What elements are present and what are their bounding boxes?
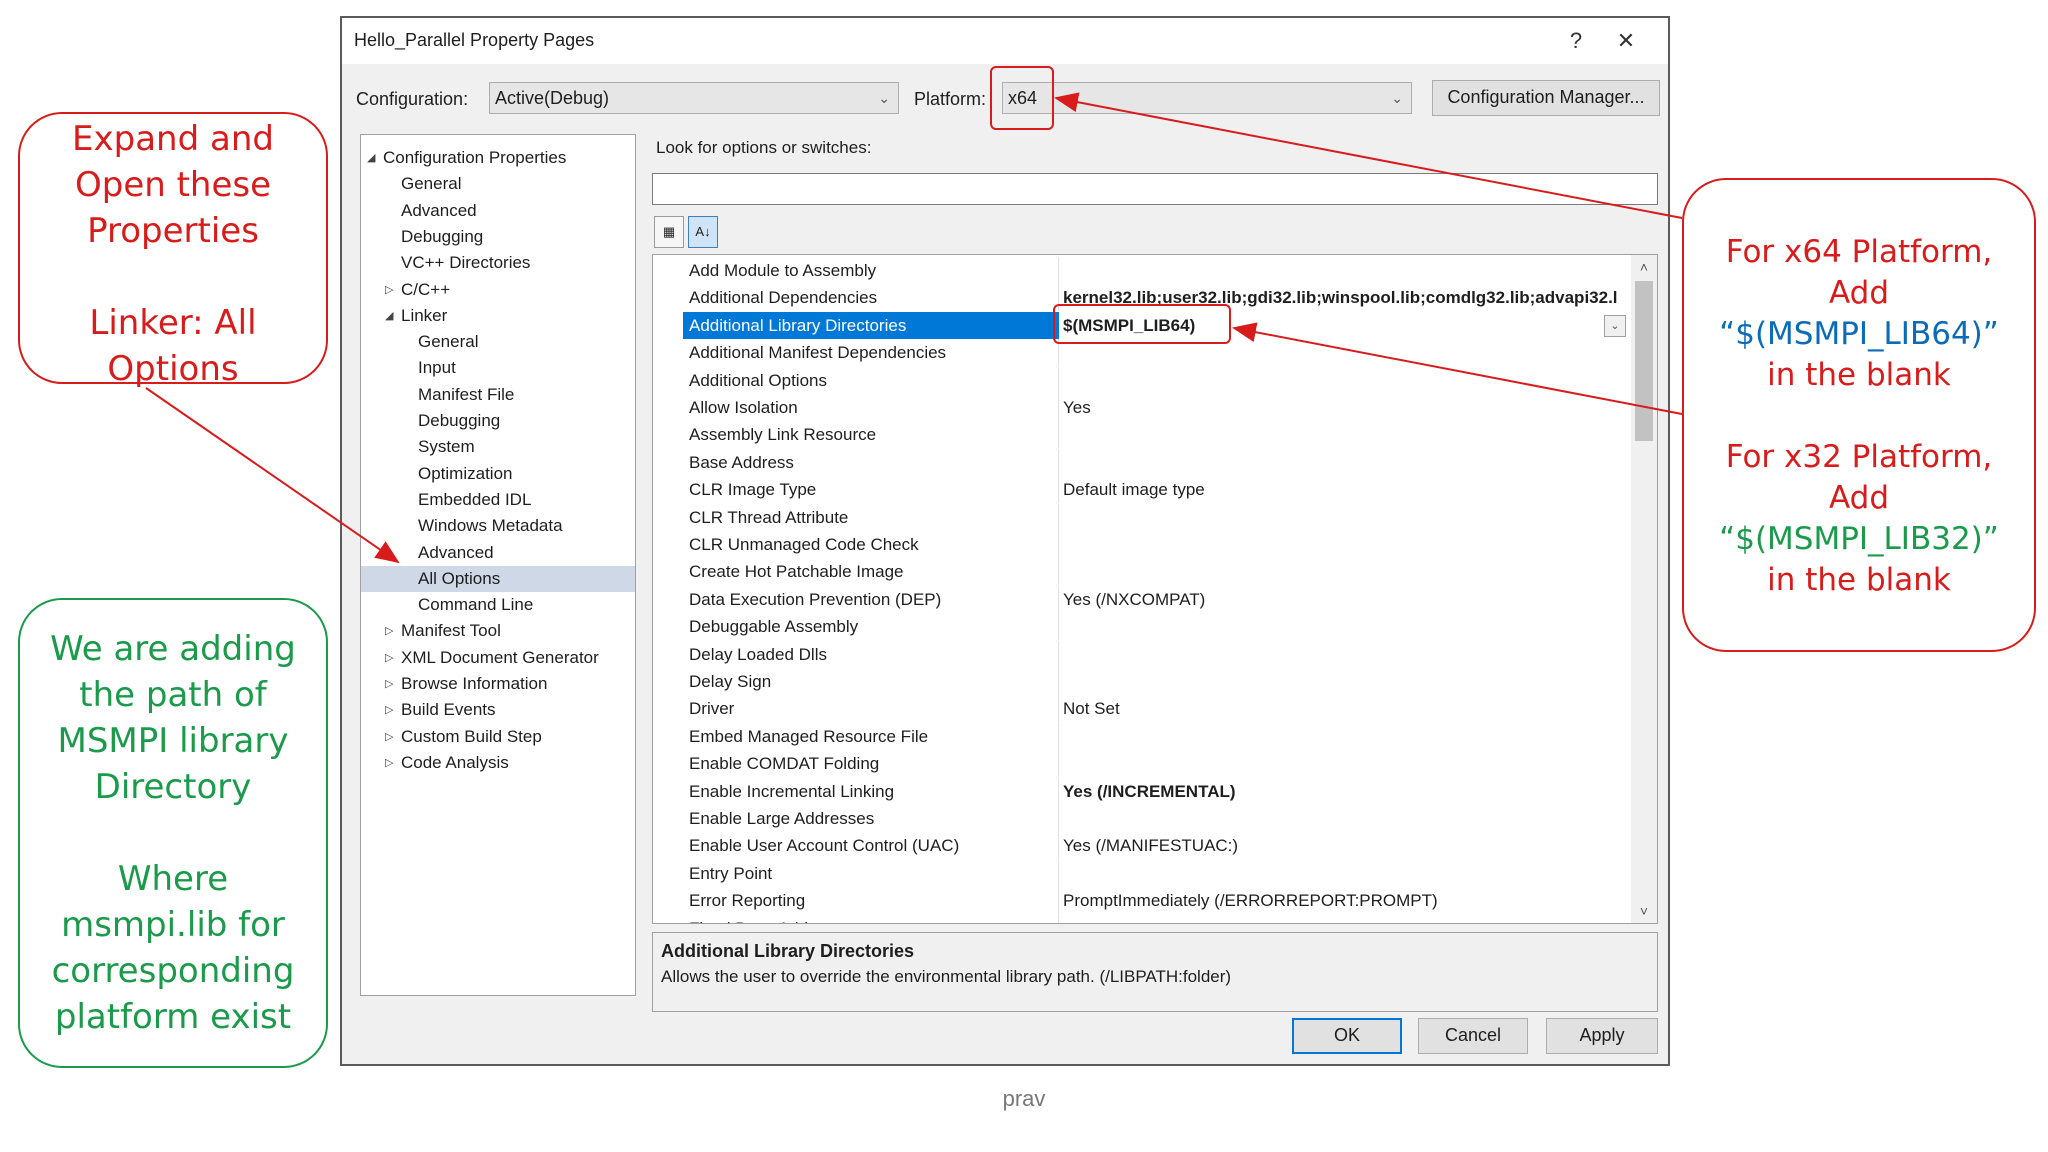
arrow-to-all-options (145, 387, 400, 564)
annotation-arrows (145, 92, 1683, 564)
arrow-to-value (1232, 322, 1683, 415)
footer-text: prav (1002, 1086, 1046, 1111)
arrow-to-platform (1054, 92, 1683, 219)
